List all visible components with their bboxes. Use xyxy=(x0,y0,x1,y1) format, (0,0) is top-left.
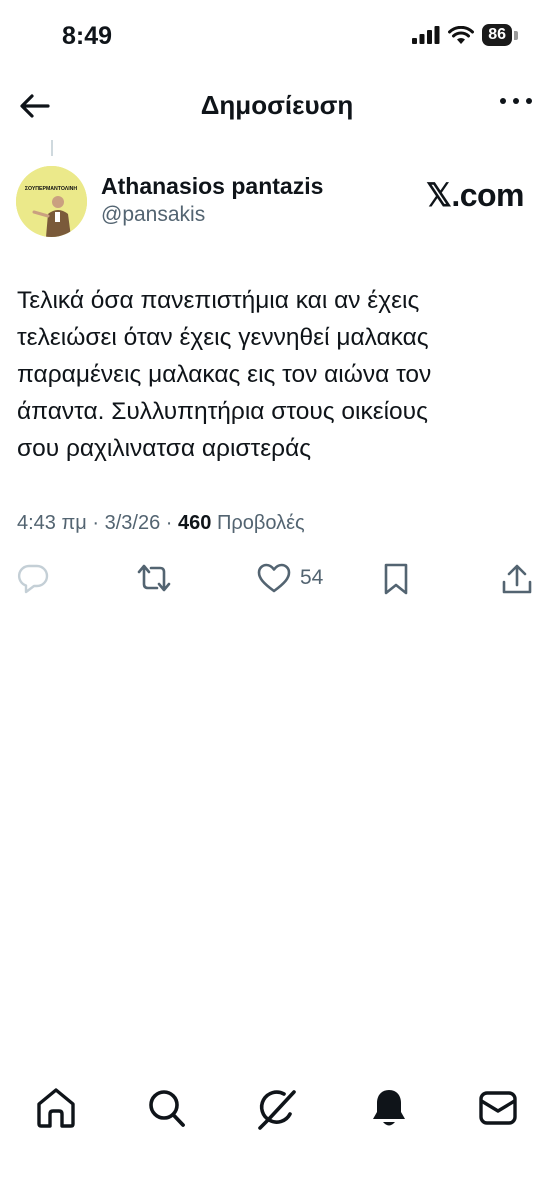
post-text-line: σου ραχιλινατσα αριστεράς xyxy=(17,435,312,462)
post-text-line: παραμένεις μαλακας εις τον αιώνα τον xyxy=(17,361,432,388)
like-count: 54 xyxy=(300,566,324,589)
more-options-button[interactable] xyxy=(500,98,532,104)
heart-icon xyxy=(257,563,291,593)
views-label: Προβολές xyxy=(216,512,305,534)
xcom-watermark: 𝕏.com xyxy=(426,177,524,213)
more-dot xyxy=(526,98,532,104)
home-icon xyxy=(37,1088,75,1128)
status-icons: 86 xyxy=(412,24,518,46)
like-button[interactable]: 54 xyxy=(256,562,323,594)
battery-indicator: 86 xyxy=(482,24,512,46)
post-text-line: τελειώσει όταν έχεις γεννηθεί μαλακας xyxy=(17,324,429,351)
signal-icon xyxy=(412,26,440,44)
battery-tip xyxy=(514,30,518,40)
nav-search[interactable] xyxy=(146,1086,188,1135)
nav-grok[interactable] xyxy=(256,1086,300,1135)
nav-home[interactable] xyxy=(35,1086,77,1135)
wifi-icon xyxy=(448,25,475,44)
meta-separator: · xyxy=(92,512,100,534)
more-dot xyxy=(500,98,506,104)
reply-icon xyxy=(17,564,49,594)
retweet-button[interactable] xyxy=(135,562,173,594)
post-text: Τελικά όσα πανεπιστήμια και αν έχεις τελ… xyxy=(17,282,537,467)
action-bar: 54 xyxy=(0,562,554,602)
nav-notifications[interactable] xyxy=(368,1086,410,1135)
avatar[interactable]: ΣΟΥΠΕΡΜΑΝΤΟΛΙΝΗ xyxy=(16,166,87,237)
bookmark-icon xyxy=(384,563,408,595)
status-time: 8:49 xyxy=(62,22,113,50)
post-meta: 4:43 πμ · 3/3/26 · 460 Προβολές xyxy=(17,512,305,535)
author-name[interactable]: Athanasios pantazis xyxy=(101,173,323,200)
post-text-line: άπαντα. Συλλυπητήρια στους οικείους xyxy=(17,398,428,425)
bookmark-button[interactable] xyxy=(380,562,412,596)
thread-line xyxy=(51,140,53,156)
avatar-text: ΣΟΥΠΕΡΜΑΝΤΟΛΙΝΗ xyxy=(25,186,78,192)
author-handle[interactable]: @pansakis xyxy=(101,203,205,227)
views-count: 460 xyxy=(178,512,212,534)
more-dot xyxy=(513,98,519,104)
share-icon xyxy=(502,564,532,594)
page-title: Δημοσίευση xyxy=(200,90,354,120)
meta-separator: · xyxy=(165,512,173,534)
grok-icon xyxy=(258,1090,296,1130)
post-time: 4:43 πμ xyxy=(17,512,87,534)
search-icon xyxy=(149,1090,185,1127)
bell-icon xyxy=(373,1090,405,1126)
post-date: 3/3/26 xyxy=(104,512,161,534)
reply-button[interactable] xyxy=(17,562,49,594)
nav-messages[interactable] xyxy=(477,1086,519,1135)
retweet-icon xyxy=(137,564,171,592)
bottom-nav xyxy=(0,1086,554,1136)
avatar-image: ΣΟΥΠΕΡΜΑΝΤΟΛΙΝΗ xyxy=(16,166,87,237)
share-button[interactable] xyxy=(500,562,534,596)
mail-icon xyxy=(479,1091,517,1125)
post-text-line: Τελικά όσα πανεπιστήμια και αν έχεις xyxy=(17,287,420,314)
